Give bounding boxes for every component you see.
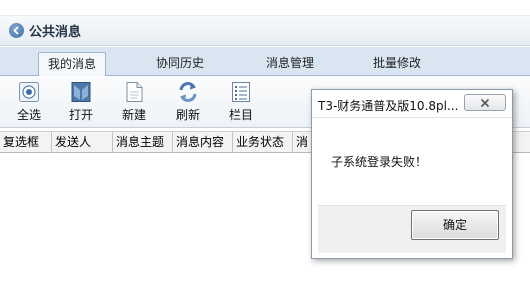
refresh-button[interactable]: 刷新	[168, 80, 208, 126]
select-all-label: 全选	[16, 108, 41, 122]
dialog-close-button[interactable]	[464, 94, 506, 111]
column-header-subject[interactable]: 消息主题	[113, 132, 173, 153]
select-all-button[interactable]: 全选	[9, 80, 49, 126]
column-header-checkbox[interactable]: 复选框	[0, 132, 52, 153]
ok-button[interactable]: 确定	[411, 210, 499, 240]
columns-list-icon	[229, 80, 253, 104]
tab-batch-edit[interactable]: 批量修改	[359, 52, 435, 76]
open-button[interactable]: 打开	[61, 80, 101, 126]
top-strip	[0, 0, 530, 16]
open-label: 打开	[68, 108, 93, 122]
back-arrow-icon[interactable]	[9, 23, 24, 38]
column-header-content[interactable]: 消息内容	[173, 132, 233, 153]
tab-message-management[interactable]: 消息管理	[252, 52, 328, 76]
error-dialog: T3-财务通普及版10.8pl... 子系统登录失败！ 确定	[311, 89, 513, 259]
window-title: 公共消息	[29, 25, 82, 40]
dialog-message: 子系统登录失败！	[331, 155, 428, 169]
open-icon	[69, 80, 93, 104]
app-window: 公共消息 我的消息 协同历史 消息管理 批量修改 全选 打开 新建 刷新 栏目 …	[0, 0, 530, 295]
column-header-sender[interactable]: 发送人	[52, 132, 113, 153]
dialog-footer: 确定	[318, 205, 506, 253]
tab-collab-history[interactable]: 协同历史	[142, 52, 218, 76]
column-header-business-status[interactable]: 业务状态	[233, 132, 293, 153]
dialog-body: 子系统登录失败！	[318, 120, 506, 205]
new-document-icon	[122, 80, 146, 104]
tab-my-messages[interactable]: 我的消息	[38, 52, 106, 77]
close-icon	[480, 98, 490, 107]
window-titlebar: 公共消息	[0, 16, 530, 46]
new-label: 新建	[121, 108, 146, 122]
dialog-titlebar: T3-财务通普及版10.8pl...	[312, 90, 512, 118]
refresh-label: 刷新	[175, 108, 200, 122]
columns-label: 栏目	[228, 108, 253, 122]
select-all-icon	[17, 80, 41, 104]
refresh-icon	[176, 80, 200, 104]
columns-button[interactable]: 栏目	[221, 80, 261, 126]
tab-bar: 我的消息 协同历史 消息管理 批量修改	[0, 47, 530, 77]
dialog-title: T3-财务通普及版10.8pl...	[318, 99, 459, 113]
new-button[interactable]: 新建	[114, 80, 154, 126]
